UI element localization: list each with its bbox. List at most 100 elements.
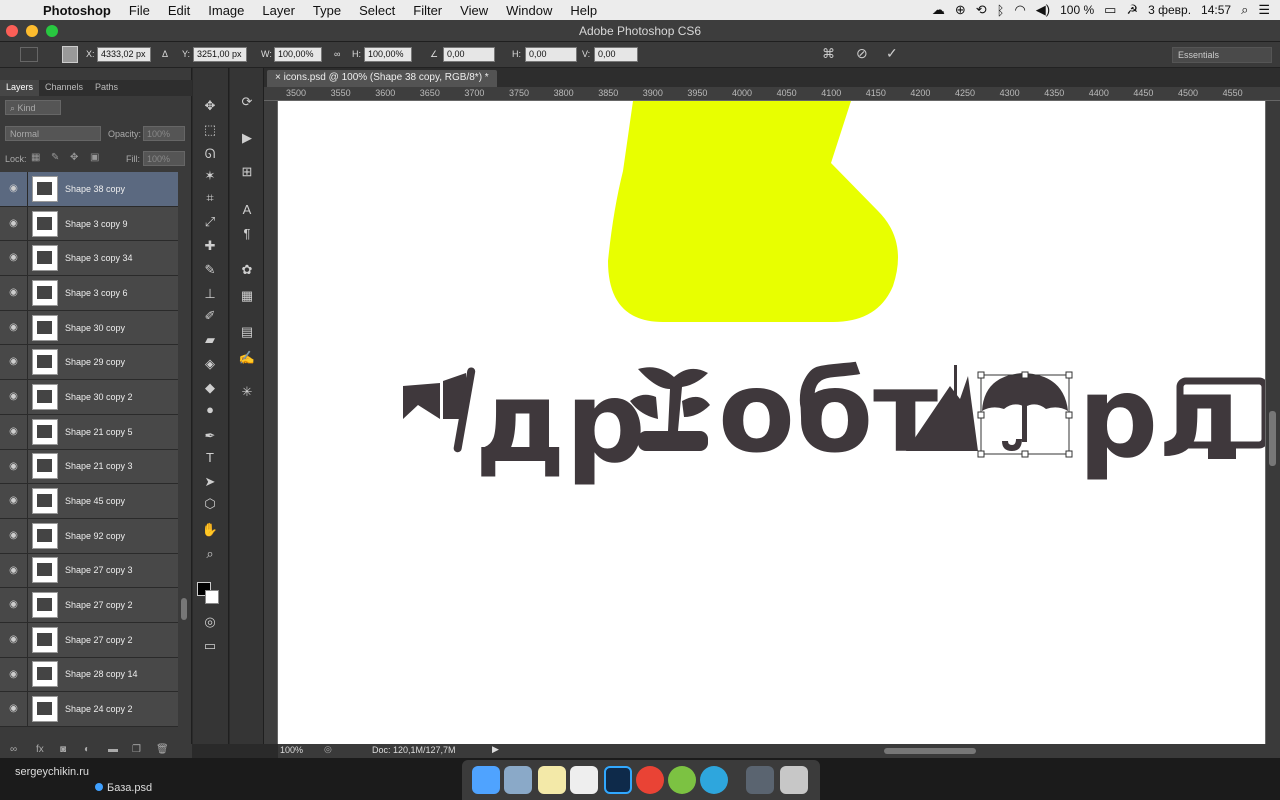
visibility-eye-icon[interactable]: ◉: [0, 657, 28, 692]
visibility-eye-icon[interactable]: ◉: [0, 345, 28, 380]
add-mask-icon[interactable]: ◙: [60, 744, 66, 755]
brush-tool-icon[interactable]: ✎: [193, 262, 227, 278]
canvas-vertical-scrollbar[interactable]: [1266, 101, 1280, 744]
hand-tool-icon[interactable]: ✋: [193, 522, 227, 538]
path-selection-tool-icon[interactable]: ➤: [193, 474, 227, 490]
horizontal-ruler[interactable]: 3500 3550 3600 3650 3700 3750 3800 3850 3900 3950…: [264, 87, 1280, 101]
layer-filter-kind[interactable]: ⌕ Kind: [5, 100, 61, 115]
opacity-field[interactable]: 100%: [143, 126, 185, 141]
workspace-switcher[interactable]: Essentials: [1172, 47, 1272, 63]
magic-wand-tool-icon[interactable]: ✶: [193, 168, 227, 184]
menu-image[interactable]: Image: [199, 3, 253, 18]
relative-position-icon[interactable]: Δ: [162, 49, 168, 59]
new-layer-icon[interactable]: ❐: [132, 744, 141, 755]
visibility-eye-icon[interactable]: ◉: [0, 206, 28, 241]
eyedropper-tool-icon[interactable]: ⤢: [193, 214, 227, 230]
history-panel-icon[interactable]: ⟳: [230, 94, 264, 110]
visibility-eye-icon[interactable]: ◉: [0, 484, 28, 518]
dodge-tool-icon[interactable]: ●: [193, 402, 227, 417]
delete-layer-icon[interactable]: 🗑: [156, 744, 169, 755]
layer-row[interactable]: ◉ Shape 21 copy 5: [0, 414, 178, 450]
swatches-panel-icon[interactable]: ✿: [230, 262, 264, 278]
textedit-icon[interactable]: [570, 766, 598, 794]
lasso-tool-icon[interactable]: ᘏ: [193, 146, 227, 162]
telegram-icon[interactable]: [700, 766, 728, 794]
status-preview-icon[interactable]: ◎: [324, 744, 332, 755]
photoshop-icon[interactable]: [604, 766, 632, 794]
width-field[interactable]: 100,00%: [274, 47, 322, 62]
styles-panel-icon[interactable]: ▦: [230, 288, 264, 304]
minimize-window-button[interactable]: [26, 25, 38, 37]
shape-tool-icon[interactable]: ⬡: [193, 496, 227, 512]
cancel-transform-icon[interactable]: ⊘: [856, 45, 868, 62]
zoom-window-button[interactable]: [46, 25, 58, 37]
notification-center-icon[interactable]: ☰: [1258, 2, 1270, 18]
close-window-button[interactable]: [6, 25, 18, 37]
close-tab-icon[interactable]: ×: [275, 72, 284, 83]
history-brush-tool-icon[interactable]: ✐: [193, 308, 227, 324]
navigator-panel-icon[interactable]: ✳: [230, 384, 264, 400]
mail-icon[interactable]: [504, 766, 532, 794]
link-icon[interactable]: ∞: [334, 49, 340, 59]
tab-layers[interactable]: Layers: [0, 80, 40, 96]
spotlight-icon[interactable]: ⌕: [1241, 2, 1248, 18]
lock-position-icon[interactable]: ✥: [70, 152, 78, 163]
vertical-ruler[interactable]: [264, 101, 278, 744]
leaf-app-icon[interactable]: [668, 766, 696, 794]
eraser-tool-icon[interactable]: ▰: [193, 332, 227, 348]
screenshot-folder-icon[interactable]: [746, 766, 774, 794]
lock-all-icon[interactable]: ▣: [90, 152, 99, 163]
type-tool-icon[interactable]: T: [193, 450, 227, 465]
actions-panel-icon[interactable]: ▶: [230, 130, 264, 146]
menu-window[interactable]: Window: [497, 3, 561, 18]
brushes-panel-icon[interactable]: ✍: [230, 350, 264, 366]
chrome-icon[interactable]: [636, 766, 664, 794]
menu-select[interactable]: Select: [350, 3, 404, 18]
input-source-icon[interactable]: ☭: [1126, 2, 1138, 18]
zoom-level[interactable]: 100%: [280, 745, 303, 755]
add-icon[interactable]: ⊕: [955, 2, 966, 18]
cloud-icon[interactable]: ☁: [932, 2, 945, 18]
layer-row[interactable]: ◉ Shape 28 copy 14: [0, 657, 178, 693]
layer-row[interactable]: ◉ Shape 27 copy 3: [0, 553, 178, 589]
layer-row[interactable]: ◉ Shape 21 copy 3: [0, 449, 178, 485]
x-position-field[interactable]: 4333,02 px: [97, 47, 151, 62]
layer-row[interactable]: ◉ Shape 3 copy 6: [0, 276, 178, 311]
layer-row[interactable]: ◉ Shape 30 copy 2: [0, 380, 178, 415]
visibility-eye-icon[interactable]: ◉: [0, 310, 28, 345]
link-layers-icon[interactable]: ∞: [10, 744, 17, 755]
menu-layer[interactable]: Layer: [253, 3, 304, 18]
menu-filter[interactable]: Filter: [404, 3, 451, 18]
healing-brush-tool-icon[interactable]: ✚: [193, 238, 227, 254]
vertical-skew-field[interactable]: 0,00: [594, 47, 638, 62]
new-group-icon[interactable]: ▬: [108, 744, 118, 755]
blend-mode-select[interactable]: Normal: [5, 126, 101, 141]
marquee-tool-icon[interactable]: ⬚: [193, 122, 227, 138]
visibility-eye-icon[interactable]: ◉: [0, 588, 28, 622]
menu-type[interactable]: Type: [304, 3, 350, 18]
move-tool-icon[interactable]: ✥: [193, 98, 227, 114]
background-color-swatch[interactable]: [205, 590, 219, 604]
reference-point-grid-icon[interactable]: [62, 46, 78, 63]
properties-panel-icon[interactable]: ⊞: [230, 164, 264, 180]
status-menu-arrow-icon[interactable]: ▶: [492, 744, 499, 755]
wifi-icon[interactable]: ◠: [1014, 2, 1025, 18]
layer-row[interactable]: ◉ Shape 45 copy: [0, 484, 178, 519]
visibility-eye-icon[interactable]: ◉: [0, 276, 28, 310]
paragraph-panel-icon[interactable]: ¶: [230, 226, 264, 241]
menu-file[interactable]: File: [120, 3, 159, 18]
horizontal-skew-field[interactable]: 0,00: [525, 47, 577, 62]
layer-row[interactable]: ◉ Shape 29 copy: [0, 345, 178, 381]
y-position-field[interactable]: 3251,00 px: [193, 47, 247, 62]
visibility-eye-icon[interactable]: ◉: [0, 622, 28, 657]
layer-style-icon[interactable]: fx: [36, 744, 44, 755]
pen-tool-icon[interactable]: ✒: [193, 428, 227, 444]
adjustment-layer-icon[interactable]: ◐: [84, 744, 90, 755]
visibility-eye-icon[interactable]: ◉: [0, 449, 28, 484]
visibility-eye-icon[interactable]: ◉: [0, 518, 28, 553]
visibility-eye-icon[interactable]: ◉: [0, 380, 28, 414]
trash-icon[interactable]: [780, 766, 808, 794]
time-machine-icon[interactable]: ⟲: [976, 2, 987, 18]
tool-preset-picker[interactable]: [20, 47, 38, 62]
menu-help[interactable]: Help: [561, 3, 606, 18]
